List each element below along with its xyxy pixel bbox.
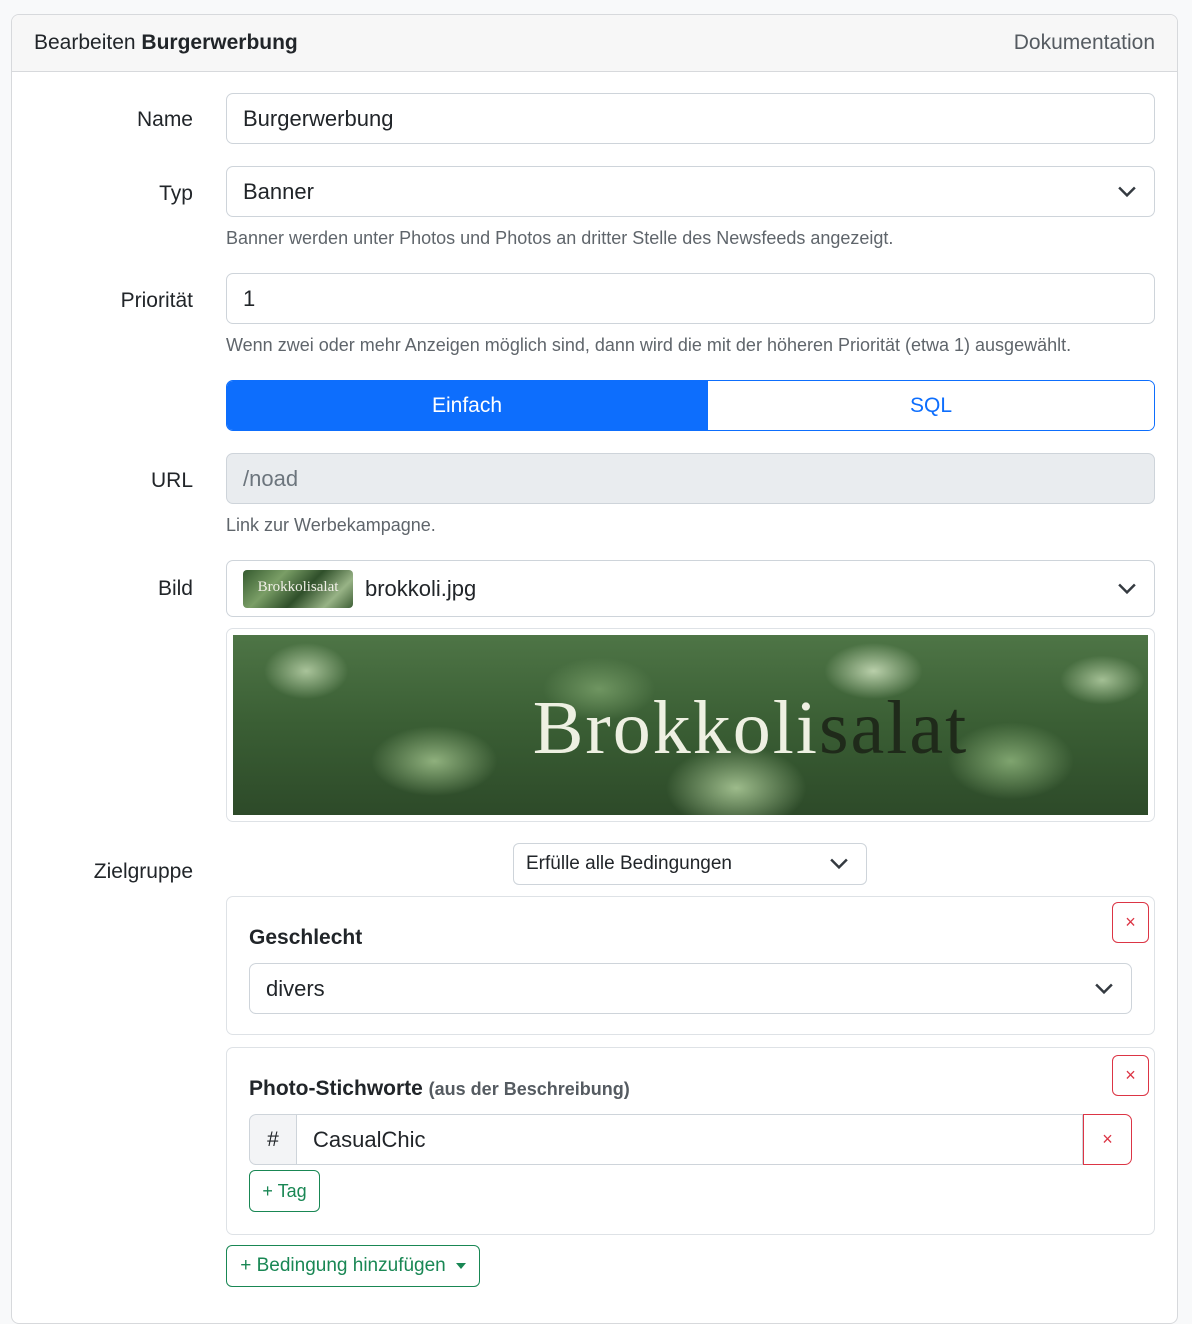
chevron-down-icon xyxy=(1118,583,1136,594)
add-condition-label: + Bedingung hinzufügen xyxy=(240,1255,446,1276)
condition-title: Photo-Stichworte (aus der Beschreibung) xyxy=(249,1077,630,1101)
banner-preview-image: Brokkolisalat xyxy=(233,635,1148,815)
condition-title: Geschlecht xyxy=(249,926,363,949)
title-name: Burgerwerbung xyxy=(141,31,298,54)
banner-text-dark: salat xyxy=(818,686,969,770)
type-value: Banner xyxy=(243,178,314,204)
mode-toggle: Einfach SQL xyxy=(226,380,1155,431)
name-value: Burgerwerbung xyxy=(243,105,394,131)
image-label: Bild xyxy=(157,577,193,600)
type-select[interactable]: Banner xyxy=(226,166,1155,217)
match-mode-select[interactable]: Erfülle alle Bedingungen xyxy=(513,843,867,885)
remove-condition-button[interactable]: × xyxy=(1112,1055,1149,1096)
tag-value: CasualChic xyxy=(313,1126,426,1152)
type-label: Typ xyxy=(159,182,193,205)
image-thumbnail: Brokkolisalat xyxy=(243,569,353,608)
condition-title-main: Photo-Stichworte xyxy=(249,1077,423,1100)
image-filename: brokkoli.jpg xyxy=(365,575,477,601)
condition-subtitle: (aus der Beschreibung) xyxy=(428,1079,630,1099)
chevron-down-icon xyxy=(1118,186,1136,197)
priority-input[interactable]: 1 xyxy=(226,273,1155,324)
priority-label: Priorität xyxy=(120,289,193,312)
tag-input[interactable]: CasualChic xyxy=(296,1114,1083,1165)
thumbnail-text: Brokkolisalat xyxy=(257,578,339,595)
mode-sql-button[interactable]: SQL xyxy=(707,381,1154,430)
url-help: Link zur Werbekampagne. xyxy=(226,515,436,535)
add-condition-button[interactable]: + Bedingung hinzufügen xyxy=(226,1245,480,1287)
remove-tag-button[interactable]: × xyxy=(1083,1114,1132,1165)
gender-value: divers xyxy=(266,975,325,1001)
page-title: Bearbeiten Burgerwerbung xyxy=(34,31,298,55)
gender-select[interactable]: divers xyxy=(249,963,1132,1014)
banner-text-light: Brokkoli xyxy=(532,686,819,770)
banner-text: Brokkolisalat xyxy=(233,685,1148,772)
card-header: Bearbeiten Burgerwerbung Dokumentation xyxy=(12,15,1177,72)
target-label: Zielgruppe xyxy=(93,860,193,883)
url-input[interactable]: /noad xyxy=(226,453,1155,504)
title-prefix: Bearbeiten xyxy=(34,31,136,54)
image-preview-frame: Brokkolisalat xyxy=(226,628,1155,822)
url-placeholder: /noad xyxy=(243,465,299,491)
chevron-down-icon xyxy=(830,858,848,870)
mode-simple-button[interactable]: Einfach xyxy=(227,381,707,430)
condition-photo-tags: Photo-Stichworte (aus der Beschreibung) … xyxy=(226,1047,1155,1235)
url-label: URL xyxy=(150,469,193,492)
condition-gender: Geschlecht × divers xyxy=(226,896,1155,1035)
add-tag-button[interactable]: + Tag xyxy=(249,1170,320,1212)
priority-value: 1 xyxy=(243,285,256,311)
image-select[interactable]: Brokkolisalat brokkoli.jpg xyxy=(226,560,1155,617)
caret-down-icon xyxy=(455,1263,466,1269)
name-input[interactable]: Burgerwerbung xyxy=(226,93,1155,144)
chevron-down-icon xyxy=(1095,983,1113,994)
match-mode-value: Erfülle alle Bedingungen xyxy=(526,853,732,874)
hash-icon: # xyxy=(249,1114,296,1165)
priority-help: Wenn zwei oder mehr Anzeigen möglich sin… xyxy=(226,335,1072,355)
type-help: Banner werden unter Photos und Photos an… xyxy=(226,228,894,248)
remove-condition-button[interactable]: × xyxy=(1112,902,1149,943)
documentation-link[interactable]: Dokumentation xyxy=(1014,31,1155,55)
tag-row: # CasualChic × xyxy=(249,1114,1132,1165)
name-label: Name xyxy=(136,108,193,131)
